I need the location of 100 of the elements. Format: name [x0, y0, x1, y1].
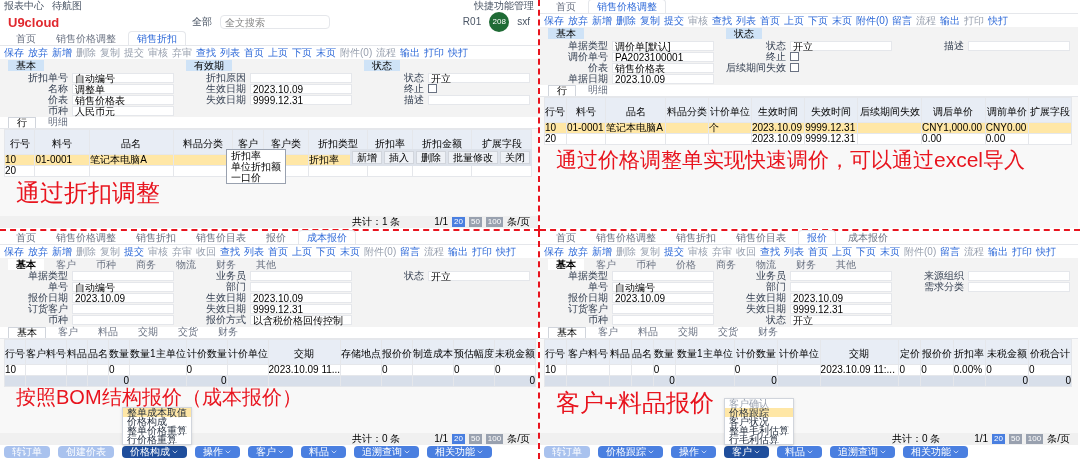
input-field[interactable]: PA2023100001	[612, 51, 714, 62]
checkbox[interactable]	[790, 52, 799, 61]
input-field[interactable]: 人民币元	[72, 105, 174, 116]
form-tab[interactable]: 商务	[128, 258, 164, 270]
input-field[interactable]: 自动编号	[612, 282, 714, 292]
input-field[interactable]	[968, 40, 1070, 51]
tab[interactable]: 销售价格调整	[588, 0, 666, 13]
input-field[interactable]: 自动编号	[72, 72, 174, 83]
line-tab[interactable]: 料品	[90, 326, 126, 338]
menu-item[interactable]: 整单成本取值	[123, 407, 191, 417]
menu-item[interactable]: 行毛利估算	[725, 434, 793, 444]
avatar[interactable]: 208	[489, 12, 510, 32]
toolbar-button[interactable]: 上页	[832, 245, 852, 257]
tab[interactable]: 销售折扣	[128, 230, 184, 244]
toolbar-button[interactable]: 留言	[892, 15, 913, 26]
line-tab[interactable]: 交期	[130, 326, 166, 338]
header-link[interactable]: 报表中心	[4, 1, 44, 11]
menu-item[interactable]: 价格构成	[123, 416, 191, 426]
toolbar-button[interactable]: 留言	[400, 245, 421, 257]
toolbar-button[interactable]: 输出	[940, 15, 961, 26]
input-field[interactable]: 销售价格表	[612, 62, 714, 73]
toolbar-button[interactable]: 末页	[880, 245, 900, 257]
line-tab[interactable]: 明细	[580, 85, 616, 96]
toolbar-button[interactable]: 删除	[616, 15, 636, 26]
line-tab[interactable]: 基本	[548, 326, 586, 338]
page-size-option[interactable]: 20	[992, 433, 1005, 444]
menu-item[interactable]: 整单毛利估算	[725, 425, 793, 435]
input-field[interactable]	[72, 315, 174, 325]
input-field[interactable]: 调价单[默认]	[612, 40, 714, 51]
input-field[interactable]	[790, 271, 892, 281]
input-field[interactable]	[250, 72, 352, 83]
toolbar-button[interactable]: 首页	[244, 47, 264, 58]
action-button[interactable]: 料品	[777, 445, 822, 458]
form-tab[interactable]: 基本	[8, 258, 44, 270]
tab[interactable]: 报价	[258, 230, 294, 244]
form-tab[interactable]: 物流	[168, 258, 204, 270]
input-field[interactable]	[428, 94, 530, 105]
tab[interactable]: 首页	[548, 230, 584, 244]
toolbar-button[interactable]: 放弃	[28, 245, 48, 257]
tab[interactable]: 销售价目表	[728, 230, 794, 244]
toolbar-button[interactable]: 输出	[448, 245, 469, 257]
tab[interactable]: 销售价格调整	[48, 32, 124, 45]
toolbar-button[interactable]: 保存	[544, 15, 564, 26]
row-action-button[interactable]: 删除	[416, 151, 446, 164]
toolbar-button[interactable]: 附件(0)	[856, 15, 889, 26]
action-button[interactable]: 料品	[301, 445, 346, 458]
form-tab[interactable]: 商务	[708, 258, 744, 270]
line-tab[interactable]: 交期	[670, 326, 706, 338]
row-action-button[interactable]: 关闭	[500, 151, 530, 164]
toolbar-button[interactable]: 查找	[196, 47, 216, 58]
line-tab[interactable]: 行	[8, 117, 36, 128]
search-field[interactable]: 全文搜索	[220, 15, 331, 29]
toolbar-button[interactable]: 留言	[940, 245, 961, 257]
line-tab[interactable]: 交货	[710, 326, 746, 338]
toolbar-button[interactable]: 下页	[856, 245, 876, 257]
toolbar-button[interactable]: 首页	[268, 245, 288, 257]
checkbox[interactable]	[428, 84, 437, 93]
form-tab[interactable]: 财务	[788, 258, 824, 270]
toolbar-button[interactable]: 打印	[424, 47, 445, 58]
form-tab[interactable]: 基本	[548, 258, 584, 270]
tab[interactable]: 销售价格调整	[48, 230, 124, 244]
toolbar-button[interactable]: 快打	[448, 47, 469, 58]
toolbar-button[interactable]: 列表	[244, 245, 264, 257]
row-action-button[interactable]: 新增	[352, 151, 382, 164]
tab[interactable]: 首页	[548, 0, 584, 13]
dropdown-option[interactable]: 折扣率	[231, 150, 281, 161]
toolbar-button[interactable]: 保存	[4, 245, 24, 257]
input-field[interactable]: 开立	[790, 40, 892, 51]
toolbar-button[interactable]: 放弃	[568, 245, 588, 257]
toolbar-button[interactable]: 上页	[784, 15, 804, 26]
toolbar-button[interactable]: 首页	[760, 15, 780, 26]
input-field[interactable]: 2023.10.09	[250, 293, 352, 303]
menu-item[interactable]: 价格跟踪	[725, 407, 793, 417]
line-tab[interactable]: 客户	[50, 326, 86, 338]
input-field[interactable]	[612, 315, 714, 325]
toolbar-button[interactable]: 新增	[592, 15, 612, 26]
table-row[interactable]: 10 01-0001 笔记本电脑A 个 2023.10.09 9999.12.31 CNY1,000.00 CNY0.00	[544, 122, 1072, 134]
tab[interactable]: 报价	[798, 229, 836, 244]
input-field[interactable]	[72, 271, 174, 281]
page-size-option[interactable]: 20	[452, 433, 465, 444]
form-tab[interactable]: 物流	[748, 258, 784, 270]
input-field[interactable]: 2023.10.09	[612, 73, 714, 84]
form-tab[interactable]: 币种	[628, 258, 664, 270]
input-field[interactable]	[72, 304, 174, 314]
toolbar-button[interactable]: 复制	[640, 15, 660, 26]
form-tab[interactable]: 财务	[208, 258, 244, 270]
toolbar-button[interactable]: 下页	[316, 245, 336, 257]
form-tab[interactable]: 价格	[668, 258, 704, 270]
toolbar-button[interactable]: 提交	[124, 245, 144, 257]
toolbar-button[interactable]: 放弃	[568, 15, 588, 26]
input-field[interactable]	[968, 282, 1070, 292]
toolbar-button[interactable]: 提交	[664, 245, 684, 257]
menu-item[interactable]: 客户状况	[725, 416, 793, 426]
table-row[interactable]: 20 2023.10.09 9999.12.31 0.00 0.00	[544, 133, 1072, 145]
line-tab[interactable]: 交货	[170, 326, 206, 338]
header-link[interactable]: 待航图	[52, 1, 82, 11]
toolbar-button[interactable]: 查找	[760, 245, 780, 257]
action-button[interactable]: 操作	[671, 445, 716, 458]
toolbar-button[interactable]: 新增	[592, 245, 612, 257]
row-action-button[interactable]: 插入	[384, 151, 414, 164]
